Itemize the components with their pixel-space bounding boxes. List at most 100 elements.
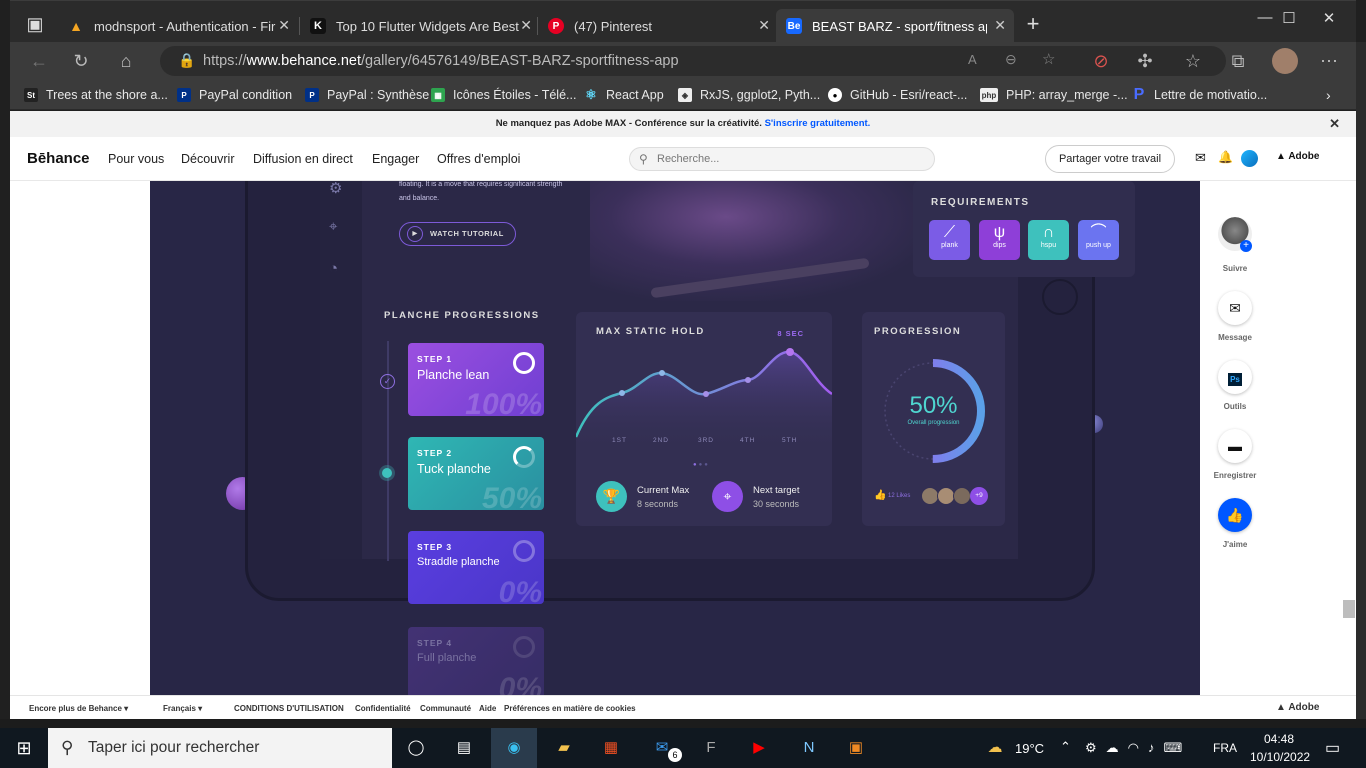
footer-help[interactable]: Aide [479, 704, 496, 713]
edge-app-icon[interactable]: ◉ [491, 728, 537, 768]
req-push-up[interactable]: ⌒ push up [1078, 220, 1119, 260]
bookmark-item[interactable]: ⚛ React App [584, 86, 664, 104]
app-f-icon[interactable]: F [698, 736, 724, 760]
nav-live[interactable]: Diffusion en direct [253, 152, 353, 166]
tab-firebase[interactable]: ▲ modnsport - Authentication - Fir ✕ [58, 9, 298, 43]
start-icon[interactable]: ⊞ [11, 736, 37, 760]
banner-link[interactable]: S'inscrire gratuitement. [765, 118, 871, 129]
photoshop-icon[interactable]: Ps [1218, 360, 1252, 394]
blocked-icon[interactable]: ⊘ [1088, 48, 1114, 74]
watch-tutorial-button[interactable]: ▶ WATCH TUTORIAL [399, 222, 516, 246]
bookmarks-overflow-icon[interactable]: › [1326, 86, 1331, 104]
bell-icon[interactable]: 🔔 [1218, 150, 1233, 164]
settings-icon[interactable]: ⚙ [329, 181, 342, 197]
pager-dots[interactable]: ●●● [693, 462, 710, 468]
bookmark-item[interactable]: P PayPal : Synthèse [305, 86, 429, 104]
req-plank[interactable]: ⟋ plank [929, 220, 970, 260]
search-input[interactable]: ⚲ Recherche... [629, 147, 935, 171]
bookmark-item[interactable]: ▦ Icônes Étoiles - Télé... [431, 86, 576, 104]
adobe-logo[interactable]: ▲ Adobe [1276, 151, 1319, 162]
footer-adobe-logo[interactable]: ▲ Adobe [1276, 702, 1319, 713]
window-close-icon[interactable]: ✕ [1306, 9, 1352, 27]
hspu-icon: ∩ [1042, 224, 1055, 241]
play-icon: ▶ [407, 226, 423, 242]
behance-logo[interactable]: Bēhance [27, 150, 90, 167]
clock-date[interactable]: 10/10/2022 [1250, 750, 1310, 764]
tray-chevron-icon[interactable]: ⌃ [1060, 739, 1071, 755]
req-hspu[interactable]: ∩ hspu [1028, 220, 1069, 260]
task-view-icon[interactable]: ◯ [403, 736, 429, 760]
stats-icon[interactable]: ◔ [329, 260, 338, 277]
home-icon[interactable]: ⌂ [113, 48, 139, 74]
follow-plus-icon[interactable]: + [1240, 240, 1252, 252]
favorite-add-icon[interactable]: ☆ [1042, 50, 1055, 68]
footer-privacy[interactable]: Confidentialité [355, 704, 411, 713]
step-card[interactable]: STEP 1 Planche lean 100% [408, 343, 544, 416]
back-icon[interactable]: ← [26, 48, 52, 74]
tab-title: Top 10 Flutter Widgets Are Best [336, 18, 519, 34]
widgets-icon[interactable]: ▤ [451, 736, 477, 760]
bookmark-item[interactable]: St Trees at the shore a... [24, 86, 168, 104]
tab-pinterest[interactable]: P (47) Pinterest ✕ [538, 9, 778, 43]
nav-jobs[interactable]: Offres d'emploi [437, 152, 520, 166]
like-icon[interactable]: 👍 [874, 490, 886, 501]
footer-community[interactable]: Communauté [420, 704, 471, 713]
nav-pour-vous[interactable]: Pour vous [108, 152, 164, 166]
weather-temp[interactable]: 19°C [1015, 741, 1044, 756]
profile-avatar[interactable] [1272, 48, 1298, 74]
address-bar[interactable]: 🔒 https://www.behance.net/gallery/645761… [160, 46, 1226, 76]
collections-icon[interactable]: ⧉ [1225, 48, 1251, 74]
bookmark-item[interactable]: php PHP: array_merge -... [980, 86, 1128, 104]
location-icon[interactable]: ⌖ [329, 218, 337, 235]
message-icon[interactable]: ✉ [1218, 291, 1252, 325]
close-icon[interactable]: ✕ [994, 17, 1006, 34]
new-tab-icon[interactable]: + [1020, 11, 1046, 37]
current-max: Current Max 8 seconds [637, 485, 690, 509]
footer-cookies[interactable]: Préférences en matière de cookies [504, 704, 636, 713]
explorer-icon[interactable]: ▰ [551, 736, 577, 760]
zoom-icon[interactable]: ⊖ [1005, 51, 1017, 68]
footer-more-behance[interactable]: Encore plus de Behance ▾ [29, 704, 128, 713]
nav-engager[interactable]: Engager [372, 152, 419, 166]
step-card[interactable]: STEP 3 Straddle planche 0% [408, 531, 544, 604]
folder-icon[interactable]: ▬ [1218, 429, 1252, 463]
taskbar-search[interactable]: ⚲ Taper ici pour rechercher [48, 728, 392, 768]
bookmark-item[interactable]: P Lettre de motivatio... [1132, 86, 1268, 104]
step-card[interactable]: STEP 4 Full planche 0% [408, 627, 544, 695]
user-avatar[interactable] [1241, 150, 1258, 167]
footer-terms[interactable]: CONDITIONS D'UTILISATION [234, 704, 344, 713]
banner-close-icon[interactable]: ✕ [1329, 111, 1340, 137]
appreciate-icon[interactable]: 👍 [1218, 498, 1252, 532]
tab-flutter[interactable]: K Top 10 Flutter Widgets Are Best ✕ [300, 9, 540, 43]
share-work-button[interactable]: Partager votre travail [1045, 145, 1175, 173]
app-n-icon[interactable]: N [796, 736, 822, 760]
language[interactable]: FRA [1213, 741, 1237, 755]
store-icon[interactable]: ▦ [598, 736, 624, 760]
scrollbar-thumb[interactable] [1343, 600, 1355, 618]
close-icon[interactable]: ✕ [278, 17, 290, 34]
close-icon[interactable]: ✕ [758, 17, 770, 34]
tab-behance[interactable]: Be BEAST BARZ - sport/fitness app ✕ [776, 9, 1014, 43]
close-icon[interactable]: ✕ [520, 17, 532, 34]
youtube-icon[interactable]: ▶ [746, 736, 772, 760]
notifications-icon[interactable]: ▭ [1325, 738, 1340, 758]
favorites-icon[interactable]: ☆ [1180, 48, 1206, 74]
read-aloud-icon[interactable]: A [968, 52, 977, 67]
tray-icons[interactable]: ⚙☁◠♪⌨ [1085, 740, 1191, 756]
more-avatars-badge[interactable]: +9 [970, 487, 988, 505]
step-card[interactable]: STEP 2 Tuck planche 50% [408, 437, 544, 510]
bookmark-item[interactable]: ◈ RxJS, ggplot2, Pyth... [678, 86, 820, 104]
extensions-icon[interactable]: ✣ [1132, 48, 1158, 74]
refresh-icon[interactable]: ↻ [68, 48, 94, 74]
scrollbar[interactable] [1356, 42, 1366, 719]
mail-icon[interactable]: ✉ [1195, 150, 1206, 166]
footer-language[interactable]: Français ▾ [163, 704, 202, 713]
tab-actions-icon[interactable]: ▣ [22, 11, 48, 37]
nav-decouvrir[interactable]: Découvrir [181, 152, 235, 166]
bookmark-item[interactable]: P PayPal condition [177, 86, 292, 104]
media-icon[interactable]: ▣ [843, 736, 869, 760]
bookmark-item[interactable]: ● GitHub - Esri/react-... [828, 86, 967, 104]
clock-time[interactable]: 04:48 [1264, 732, 1294, 746]
req-dips[interactable]: ψ dips [979, 220, 1020, 260]
menu-icon[interactable]: ⋯ [1316, 48, 1342, 74]
